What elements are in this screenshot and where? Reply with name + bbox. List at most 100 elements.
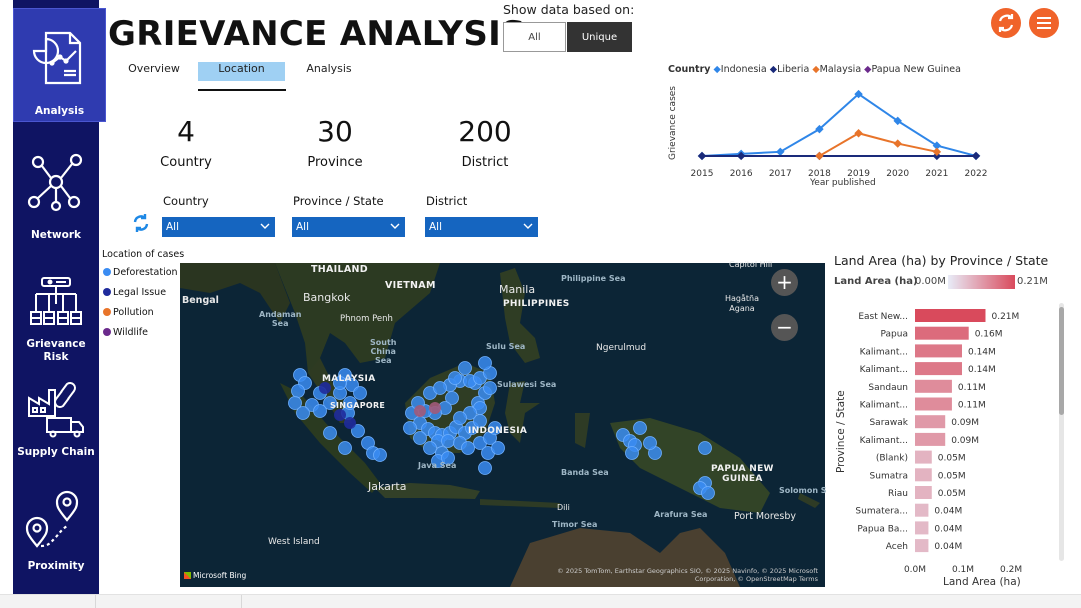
tab-location[interactable]: Location [198,62,285,81]
map-label-capitol-hill: Capitol Hill [729,260,773,269]
nav-item-supply-chain[interactable]: Supply Chain [13,378,99,468]
case-marker[interactable] [313,404,327,418]
case-marker[interactable] [441,434,455,448]
bar[interactable] [915,468,932,482]
bar[interactable] [915,503,929,517]
refresh-button[interactable] [991,8,1021,38]
legend-item-liberia[interactable]: Liberia [777,64,809,75]
toggle-all-button[interactable]: All [503,22,566,52]
bar[interactable] [915,309,986,322]
legend-item-indonesia[interactable]: Indonesia [721,64,767,75]
legend-item-malaysia[interactable]: Malaysia [820,64,862,75]
line-point[interactable] [776,147,785,157]
bar[interactable] [915,521,929,535]
case-marker[interactable] [403,421,417,435]
case-marker-legal-issue[interactable] [334,409,346,421]
map-zoom-out-button[interactable]: − [771,314,798,341]
case-marker[interactable] [458,361,472,375]
line-point[interactable] [893,139,902,148]
legend-item-legal-issue[interactable]: Legal Issue [103,287,166,298]
tab-analysis[interactable]: Analysis [300,62,358,82]
legend-item-papua-new-guinea[interactable]: Papua New Guinea [871,64,960,75]
nav-label-grievance-risk: Grievance Risk [26,338,86,363]
filter-country-value: All [166,221,180,233]
line-chart-legend: Country ◆Indonesia ◆Liberia ◆Malaysia ◆P… [668,64,961,75]
legend-dot [103,288,111,296]
case-marker[interactable] [701,486,715,500]
map-label-ngerulmud: Ngerulmud [596,343,647,353]
case-marker[interactable] [478,461,492,475]
map-label-sulu-sea: Sulu Sea [486,342,526,351]
filter-province-dropdown[interactable]: All [292,217,405,237]
microsoft-logo-icon [184,572,191,579]
bar[interactable] [915,397,952,411]
case-marker[interactable] [625,446,639,460]
case-marker[interactable] [353,386,367,400]
line-chart[interactable]: 2015 2016 2017 2018 2019 2020 2021 2022 [680,80,1000,180]
map-zoom-in-button[interactable]: + [771,269,798,296]
line-point[interactable] [815,151,824,161]
legend-label: Wildlife [113,327,148,338]
nav-item-analysis[interactable]: Analysis [13,8,106,122]
x-tick-label: 0.0M [904,565,926,575]
filter-country-dropdown[interactable]: All [162,217,275,237]
nav-item-proximity[interactable]: Proximity [13,490,99,580]
legend-item-deforestation[interactable]: Deforestation [103,267,178,278]
case-marker[interactable] [491,441,505,455]
case-marker-legal-issue[interactable] [344,417,356,429]
nav-item-network[interactable]: Network [13,150,99,245]
legend-item-pollution[interactable]: Pollution [103,307,154,318]
case-marker[interactable] [423,441,437,455]
line-point[interactable] [971,151,981,161]
line-point[interactable] [697,151,707,161]
case-marker[interactable] [291,384,305,398]
bar[interactable] [915,432,946,446]
menu-button[interactable] [1029,8,1059,38]
map-copyright[interactable]: © 2025 TomTom, Earthstar Geographics SIO… [548,567,818,583]
filter-district-dropdown[interactable]: All [425,217,538,237]
map-label-sulawesi-sea: Sulawesi Sea [497,380,557,389]
nav-item-grievance-risk[interactable]: Grievance Risk [13,272,99,367]
case-marker-mixed[interactable] [414,405,426,417]
tab-overview[interactable]: Overview [122,62,186,82]
toggle-unique-button[interactable]: Unique [567,22,632,52]
bar[interactable] [915,486,932,499]
case-marker[interactable] [433,381,447,395]
case-marker[interactable] [643,436,657,450]
case-marker[interactable] [478,356,492,370]
bar-value-label: 0.04M [934,524,962,534]
line-point[interactable] [854,129,863,138]
scrollbar-thumb[interactable] [1059,307,1064,415]
bar[interactable] [915,415,946,429]
bar-chart[interactable]: East New... 0.21M Papua 0.16M Kalimant... 0.1… [845,305,1057,575]
case-marker[interactable] [338,441,352,455]
line-series-malaysia[interactable] [818,132,938,157]
bar[interactable] [915,344,962,358]
page-tab-bar [0,594,1081,608]
bar[interactable] [915,539,929,553]
case-marker[interactable] [633,421,647,435]
map-label-phnom-penh: Phnom Penh [340,314,393,324]
case-marker[interactable] [296,406,310,420]
case-marker-mixed[interactable] [429,402,441,414]
map-label-banda-sea: Banda Sea [561,468,609,477]
case-marker[interactable] [373,448,387,462]
case-marker[interactable] [323,426,337,440]
bar[interactable] [915,362,962,376]
bar[interactable] [915,450,932,464]
bar[interactable] [915,379,952,393]
case-marker[interactable] [413,431,427,445]
filter-province-label: Province / State [293,194,384,208]
legend-item-wildlife[interactable]: Wildlife [103,327,148,338]
case-marker[interactable] [461,441,475,455]
case-marker[interactable] [483,381,497,395]
case-marker[interactable] [453,411,467,425]
bar-legend-min: 0.00M [915,276,946,287]
case-marker[interactable] [448,371,462,385]
case-marker[interactable] [698,441,712,455]
bar-chart-scrollbar[interactable] [1059,303,1064,561]
bar-value-label: 0.11M [958,383,986,393]
analysis-report-icon [32,31,81,85]
reset-filters-icon[interactable] [130,212,152,234]
bar[interactable] [915,326,969,340]
